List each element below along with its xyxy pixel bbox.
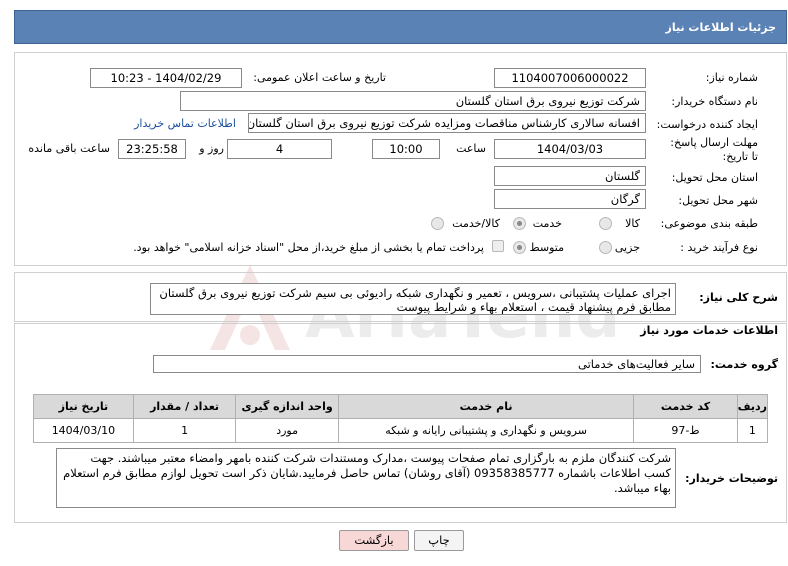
category-option-service-label: خدمت [532, 217, 562, 230]
buyer-notes-textarea[interactable]: شرکت کنندگان ملزم به بارگزاری تمام صفحات… [56, 448, 676, 508]
description-textarea[interactable]: اجرای عملیات پشتیبانی ،سرویس ، تعمیر و ن… [150, 283, 676, 315]
process-option-medium-label: متوسط [529, 241, 564, 254]
services-panel: اطلاعات خدمات مورد نیاز گروه خدمت: سایر … [14, 323, 787, 523]
need-number-field[interactable]: 1104007006000022 [494, 68, 646, 88]
col-need-date: تاریخ نیاز [33, 394, 134, 419]
announce-label: تاریخ و ساعت اعلان عمومی: [253, 71, 386, 84]
need-number-label: شماره نیاز: [705, 71, 758, 84]
category-option-goods-label: کالا [625, 217, 640, 230]
process-option-minor-label: جزیی [614, 241, 640, 254]
cell-service-name: سرویس و نگهداری و پشتیبانی رایانه و شبکه [337, 418, 635, 443]
process-option-medium-radio[interactable] [513, 241, 526, 254]
col-service-code: کد خدمت [633, 394, 738, 419]
city-label: شهر محل تحویل: [678, 194, 758, 207]
treasury-checkbox[interactable] [492, 240, 504, 252]
services-table: ردیف کد خدمت نام خدمت واحد اندازه گیری ت… [33, 394, 769, 443]
province-field[interactable]: گلستان [494, 166, 646, 186]
services-section-title: اطلاعات خدمات مورد نیاز [640, 324, 778, 337]
description-panel: شرح کلی نیاز: اجرای عملیات پشتیبانی ،سرو… [14, 272, 787, 322]
buyer-org-label: نام دستگاه خریدار: [671, 95, 758, 108]
cell-quantity: 1 [132, 418, 237, 443]
description-label: شرح کلی نیاز: [699, 291, 778, 304]
col-service-name: نام خدمت [337, 394, 635, 419]
creator-field[interactable]: افسانه سالاری کارشناس مناقصات ومزایده شر… [248, 113, 646, 133]
category-option-both-label: کالا/خدمت [452, 217, 500, 230]
cell-need-date: 1404/03/10 [33, 418, 134, 443]
category-option-both-radio[interactable] [431, 217, 444, 230]
days-label: روز و [199, 142, 224, 155]
remaining-label: ساعت باقی مانده [28, 142, 110, 155]
process-label: نوع فرآیند خرید : [680, 241, 758, 254]
col-row-number: ردیف [736, 394, 769, 419]
buyer-org-field[interactable]: شرکت توزیع نیروی برق استان گلستان [180, 91, 646, 111]
page-title: جزئیات اطلاعات نیاز [665, 21, 777, 34]
cell-unit: مورد [235, 418, 339, 443]
remaining-time-field[interactable]: 23:25:58 [118, 139, 186, 159]
city-field[interactable]: گرگان [494, 189, 646, 209]
services-table-header: ردیف کد خدمت نام خدمت واحد اندازه گیری ت… [33, 394, 769, 419]
payment-note: پرداخت تمام یا بخشی از مبلغ خرید،از محل … [133, 241, 484, 254]
table-row[interactable]: 1 ط-97 سرویس و نگهداری و پشتیبانی رایانه… [33, 418, 769, 443]
print-button[interactable]: چاپ [414, 530, 464, 551]
cell-service-code: ط-97 [633, 418, 738, 443]
col-unit: واحد اندازه گیری [235, 394, 339, 419]
service-group-field[interactable]: سایر فعالیت‌های خدماتی [153, 355, 701, 373]
col-quantity: تعداد / مقدار [132, 394, 237, 419]
deadline-time-label: ساعت [456, 142, 486, 155]
buyer-notes-label: توضیحات خریدار: [685, 472, 778, 485]
province-label: استان محل تحویل: [671, 171, 758, 184]
need-details-panel: شماره نیاز: 1104007006000022 تاریخ و ساع… [14, 52, 787, 266]
cell-row-number: 1 [736, 418, 769, 443]
process-option-minor-radio[interactable] [599, 241, 612, 254]
page-header: جزئیات اطلاعات نیاز [14, 10, 787, 44]
category-label: طبقه بندی موضوعی: [660, 217, 758, 230]
service-group-label: گروه خدمت: [710, 358, 778, 371]
category-option-goods-radio[interactable] [599, 217, 612, 230]
back-button[interactable]: بازگشت [339, 530, 409, 551]
buyer-contact-link[interactable]: اطلاعات تماس خریدار [134, 117, 236, 130]
days-field[interactable]: 4 [227, 139, 332, 159]
announce-field[interactable]: 1404/02/29 - 10:23 [90, 68, 242, 88]
category-option-service-radio[interactable] [513, 217, 526, 230]
deadline-date-field[interactable]: 1404/03/03 [494, 139, 646, 159]
creator-label: ایجاد کننده درخواست: [656, 118, 758, 131]
deadline-time-field[interactable]: 10:00 [372, 139, 440, 159]
deadline-label: مهلت ارسال پاسخ: تا تاریخ: [670, 136, 758, 163]
